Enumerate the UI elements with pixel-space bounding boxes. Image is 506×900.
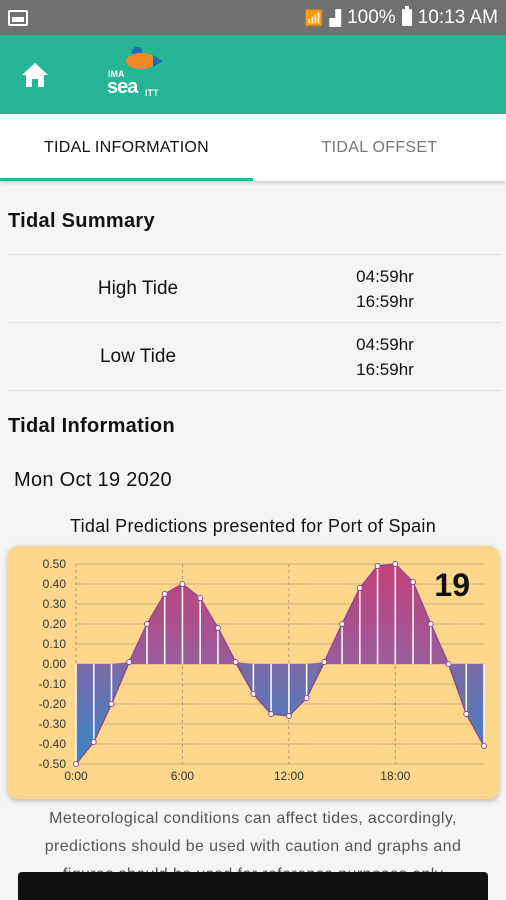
x-tick-label: 6:00	[171, 769, 195, 783]
data-point	[427, 621, 434, 627]
data-point	[73, 761, 79, 767]
data-point	[374, 563, 381, 569]
date-label: Mon Oct 19 2020	[14, 469, 172, 491]
y-tick-label: -0.40	[39, 737, 67, 751]
data-point	[339, 621, 346, 627]
x-tick-label: 0:00	[64, 769, 88, 783]
y-tick-label: 0.40	[43, 577, 67, 591]
tab-tidal-offset[interactable]: TIDAL OFFSET	[253, 114, 506, 181]
summary-row-high: High Tide 04:59hr 16:59hr	[8, 254, 502, 322]
data-point	[481, 743, 487, 749]
app-logo: IMA sea ITT	[102, 46, 172, 103]
tidal-information-heading: Tidal Information	[8, 415, 175, 437]
tab-tidal-information[interactable]: TIDAL INFORMATION	[0, 114, 253, 181]
y-tick-label: -0.50	[39, 757, 67, 771]
data-point	[143, 621, 150, 627]
tab-bar: TIDAL INFORMATION TIDAL OFFSET	[0, 114, 506, 181]
data-point	[356, 585, 363, 591]
signal-icon: ▟	[329, 9, 342, 27]
data-point	[410, 579, 417, 585]
data-point	[90, 739, 97, 745]
summary-label: High Tide	[97, 277, 179, 299]
battery-icon	[401, 6, 412, 26]
data-point	[161, 591, 168, 597]
home-icon	[22, 62, 48, 87]
summary-time: 04:59hr	[356, 334, 414, 354]
wifi-icon: 📶	[304, 9, 324, 27]
chart-title: Tidal Predictions presented for Port of …	[69, 516, 437, 536]
y-tick-label: 0.20	[43, 617, 67, 631]
data-point	[232, 659, 239, 665]
summary-time: 04:59hr	[356, 266, 414, 286]
y-tick-label: -0.30	[39, 717, 67, 731]
x-tick-label: 18:00	[380, 769, 410, 783]
app-bar: IMA sea ITT	[0, 35, 506, 114]
data-point	[108, 701, 115, 707]
data-point	[214, 625, 221, 631]
y-tick-label: 0.10	[43, 637, 67, 651]
y-tick-label: 0.00	[43, 657, 67, 671]
tidal-summary-heading: Tidal Summary	[8, 210, 155, 232]
data-point	[197, 595, 204, 601]
gallery-icon	[8, 9, 28, 26]
y-tick-label: -0.10	[39, 677, 67, 691]
data-point	[463, 711, 470, 717]
data-point	[303, 695, 310, 701]
data-point	[268, 711, 275, 717]
data-point	[126, 659, 133, 665]
battery-percent: 100%	[347, 6, 396, 28]
x-tick-label: 12:00	[274, 769, 304, 783]
data-point	[285, 713, 292, 719]
summary-row-low: Low Tide 04:59hr 16:59hr	[8, 322, 502, 391]
clock: 10:13 AM	[417, 6, 498, 28]
status-bar: 📶 ▟ 100% 10:13 AM	[0, 0, 506, 35]
summary-label: Low Tide	[99, 345, 177, 367]
negative-area	[76, 664, 484, 764]
summary-time: 16:59hr	[356, 359, 414, 379]
data-point	[445, 661, 452, 667]
y-tick-label: 0.50	[43, 557, 67, 571]
y-tick-label: 0.30	[43, 597, 67, 611]
tide-chart-svg: 0.50 0.40 0.30 0.20 0.10 0.00 -0.10 -0.20 -0.30 -…	[39, 557, 487, 783]
tide-chart: 0.50 0.40 0.30 0.20 0.10 0.00 -0.10 -0.20 -0.30 -…	[8, 546, 499, 799]
home-button[interactable]	[0, 35, 70, 114]
y-tick-label: -0.20	[39, 697, 67, 711]
summary-time: 16:59hr	[356, 291, 414, 311]
data-point	[179, 581, 186, 587]
positive-area	[76, 564, 484, 664]
bottom-overlay	[18, 872, 488, 900]
data-point	[321, 659, 328, 665]
main-content: Tidal Summary High Tide 04:59hr 16:59hr …	[0, 183, 506, 900]
data-point	[392, 561, 399, 567]
data-point	[250, 691, 257, 697]
day-label: 19	[434, 567, 470, 603]
